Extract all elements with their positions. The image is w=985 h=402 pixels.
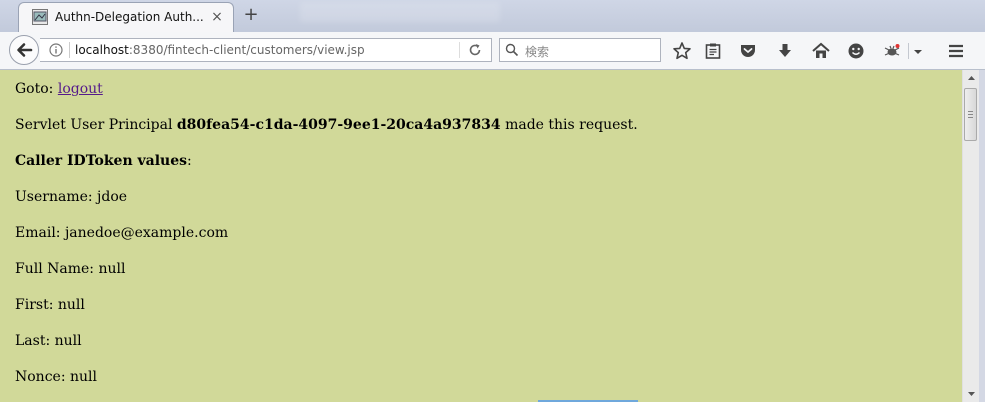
smiley-icon[interactable]: [846, 41, 866, 61]
url-separator: [69, 42, 70, 58]
url-host: localhost: [75, 43, 129, 57]
new-tab-button[interactable]: +: [242, 5, 260, 25]
navigation-toolbar: localhost:8380/fintech-client/customers/…: [0, 32, 985, 70]
clipboard-icon[interactable]: [703, 41, 723, 61]
scroll-down-arrow-icon[interactable]: [963, 386, 980, 402]
back-arrow-icon: [17, 43, 33, 57]
page-content: Goto: logout Servlet User Principal d80f…: [0, 70, 962, 402]
info-icon[interactable]: [49, 43, 63, 57]
thumb-grip: [968, 111, 973, 112]
goto-line: Goto: logout: [15, 81, 103, 97]
tab-title: Authn-Delegation Auth...: [55, 10, 204, 24]
goto-label: Goto:: [15, 81, 58, 97]
page-favicon-icon: [32, 9, 48, 25]
toolbar-separator: [908, 43, 909, 59]
download-arrow-icon[interactable]: [775, 41, 795, 61]
vertical-scrollbar[interactable]: [962, 70, 979, 402]
scrollbar-thumb[interactable]: [964, 88, 977, 141]
idtoken-heading-line: Caller IDToken values:: [15, 153, 192, 169]
principal-line: Servlet User Principal d80fea54-c1da-409…: [15, 117, 638, 133]
thumb-grip: [968, 117, 973, 118]
scroll-up-arrow-icon[interactable]: [963, 70, 980, 86]
principal-suffix: made this request.: [500, 117, 638, 133]
search-bar[interactable]: 検索: [499, 38, 661, 62]
url-text[interactable]: localhost:8380/fintech-client/customers/…: [75, 43, 365, 57]
idtoken-colon: :: [187, 153, 192, 169]
logout-link[interactable]: logout: [58, 81, 103, 97]
hamburger-menu-icon[interactable]: [946, 41, 966, 61]
reload-separator: [459, 42, 460, 58]
principal-prefix: Servlet User Principal: [15, 117, 177, 133]
reload-icon[interactable]: [467, 42, 483, 58]
tab-strip: Authn-Delegation Auth... × +: [0, 0, 985, 32]
close-tab-icon[interactable]: ×: [209, 8, 225, 26]
last-name-line: Last: null: [15, 333, 82, 349]
url-path: :8380/fintech-client/customers/view.jsp: [128, 43, 365, 57]
search-icon: [505, 43, 519, 57]
pocket-icon[interactable]: [738, 41, 758, 61]
thumb-grip: [968, 114, 973, 115]
username-line: Username: jdoe: [15, 189, 128, 205]
back-button[interactable]: [9, 35, 39, 65]
window-frame-edge: [979, 70, 985, 402]
bug-addon-icon[interactable]: [882, 41, 902, 61]
first-name-line: First: null: [15, 297, 85, 313]
principal-id: d80fea54-c1da-4097-9ee1-20ca4a937834: [176, 117, 501, 133]
email-line: Email: janedoe@example.com: [15, 225, 229, 241]
idtoken-heading: Caller IDToken values: [15, 153, 187, 169]
browser-tab[interactable]: Authn-Delegation Auth... ×: [18, 2, 234, 32]
star-icon[interactable]: [672, 41, 692, 61]
full-name-line: Full Name: null: [15, 261, 126, 277]
search-placeholder: 検索: [525, 45, 550, 59]
home-icon[interactable]: [811, 41, 831, 61]
nonce-line: Nonce: null: [15, 369, 97, 385]
chevron-down-icon[interactable]: [911, 41, 925, 61]
url-bar[interactable]: localhost:8380/fintech-client/customers/…: [40, 38, 492, 62]
